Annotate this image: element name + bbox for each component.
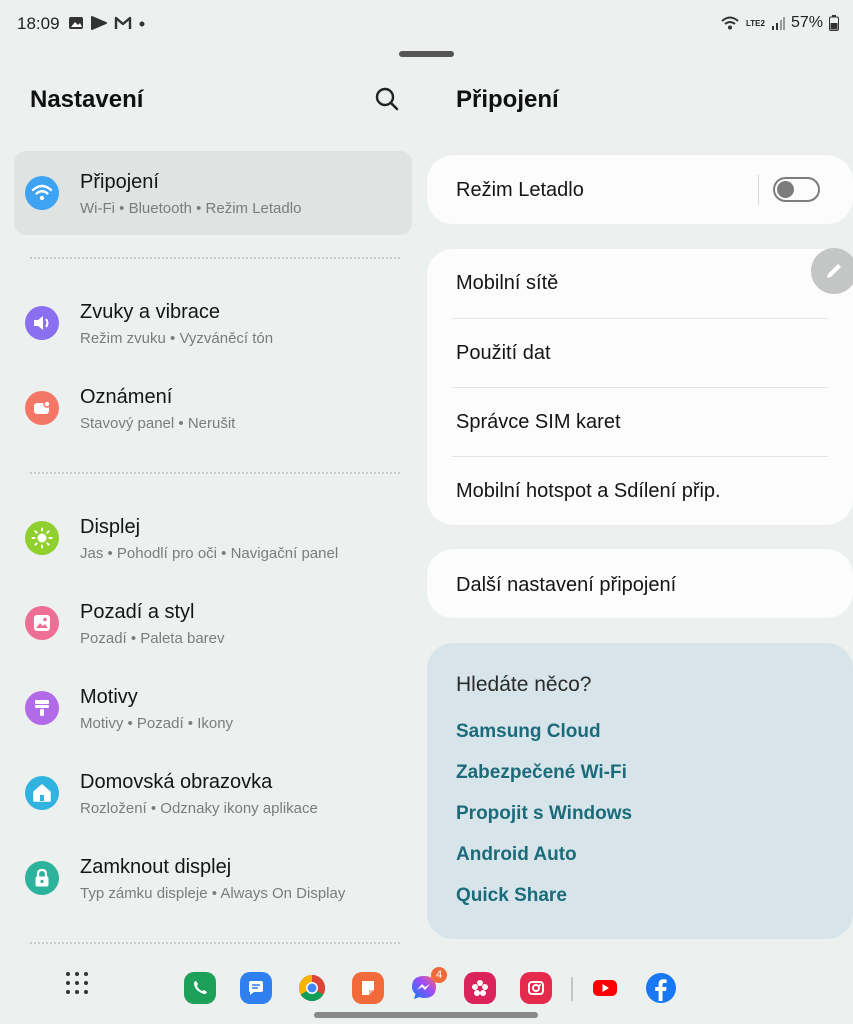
home-icon: [25, 776, 59, 810]
suggestions-card: Hledáte něco? Samsung Cloud Zabezpečené …: [427, 643, 853, 939]
menu-item-home-screen[interactable]: Domovská obrazovka Rozložení • Odznaky i…: [14, 751, 412, 835]
camera-icon[interactable]: [520, 972, 552, 1004]
flower-icon[interactable]: [464, 972, 496, 1004]
airplane-mode-toggle[interactable]: [773, 177, 820, 202]
youtube-icon[interactable]: [589, 972, 621, 1004]
notification-icon: [25, 391, 59, 425]
facebook-icon[interactable]: [645, 972, 677, 1004]
menu-item-title: Displej: [80, 516, 141, 538]
menu-item-display[interactable]: Displej Jas • Pohodlí pro oči • Navigačn…: [14, 496, 412, 580]
suggest-link-quick-share[interactable]: Quick Share: [456, 885, 567, 907]
play-icon: [91, 16, 107, 30]
speaker-icon: [25, 306, 59, 340]
messages-icon[interactable]: [240, 972, 272, 1004]
image-icon: [25, 606, 59, 640]
settings-title: Nastavení: [30, 86, 144, 113]
phone-icon[interactable]: [184, 972, 216, 1004]
search-icon: [375, 87, 399, 111]
search-button[interactable]: [372, 84, 402, 114]
menu-item-subtitle: Motivy • Pozadí • Ikony: [80, 715, 234, 732]
hotspot-item[interactable]: Mobilní hotspot a Sdílení přip.: [456, 480, 721, 503]
pencil-icon: [827, 264, 841, 278]
battery-percent: 57%: [790, 14, 823, 31]
menu-item-title: Motivy: [80, 686, 138, 708]
suggest-link-secure-wifi[interactable]: Zabezpečené Wi-Fi: [456, 762, 627, 784]
edit-button[interactable]: [811, 248, 853, 294]
messenger-badge: 4: [431, 967, 447, 983]
menu-item-wallpaper[interactable]: Pozadí a styl Pozadí • Paleta barev: [14, 581, 412, 665]
menu-item-title: Domovská obrazovka: [80, 771, 273, 793]
wifi-status-icon: [721, 16, 739, 30]
signal-icon: [771, 17, 785, 30]
menu-item-subtitle: Stavový panel • Nerušit: [80, 415, 236, 432]
divider: [30, 942, 400, 944]
divider: [30, 472, 400, 474]
sun-icon: [25, 521, 59, 555]
suggest-link-samsung-cloud[interactable]: Samsung Cloud: [456, 721, 601, 743]
menu-item-lock-screen[interactable]: Zamknout displej Typ zámku displeje • Al…: [14, 836, 412, 920]
lock-icon: [25, 861, 59, 895]
more-connection-settings[interactable]: Další nastavení připojení: [427, 549, 853, 618]
menu-item-sounds[interactable]: Zvuky a vibrace Režim zvuku • Vyzváněcí …: [14, 281, 412, 365]
dot-icon: [139, 21, 145, 27]
brush-icon: [25, 691, 59, 725]
battery-icon: [829, 15, 839, 31]
suggest-link-android-auto[interactable]: Android Auto: [456, 844, 577, 866]
suggestions-title: Hledáte něco?: [456, 673, 592, 696]
suggest-link-link-windows[interactable]: Propojit s Windows: [456, 803, 632, 825]
menu-item-themes[interactable]: Motivy Motivy • Pozadí • Ikony: [14, 666, 412, 750]
notes-icon[interactable]: [352, 972, 384, 1004]
more-connection-settings-label: Další nastavení připojení: [456, 574, 677, 596]
pane-drag-handle[interactable]: [399, 51, 454, 57]
status-time: 18:09: [17, 14, 60, 33]
data-usage-item[interactable]: Použití dat: [456, 342, 551, 365]
mobile-networks-item[interactable]: Mobilní sítě: [456, 272, 558, 295]
row-separator: [452, 456, 828, 457]
network-settings-card: Mobilní sítě Použití dat Správce SIM kar…: [427, 249, 853, 525]
chrome-icon[interactable]: [296, 972, 328, 1004]
airplane-mode-label: Režim Letadlo: [456, 179, 584, 201]
connections-title: Připojení: [456, 86, 559, 113]
menu-item-connections[interactable]: Připojení Wi-Fi • Bluetooth • Režim Leta…: [14, 151, 412, 235]
app-drawer-button[interactable]: [66, 972, 88, 994]
menu-item-title: Oznámení: [80, 386, 173, 408]
menu-item-title: Zvuky a vibrace: [80, 301, 221, 323]
network-type: LTE2: [746, 18, 765, 28]
wifi-icon: [25, 176, 59, 210]
sim-manager-item[interactable]: Správce SIM karet: [456, 411, 621, 434]
menu-item-title: Pozadí a styl: [80, 601, 195, 623]
row-separator: [452, 318, 828, 319]
gmail-icon: [114, 16, 132, 29]
gallery-icon: [69, 17, 83, 29]
menu-item-subtitle: Typ zámku displeje • Always On Display: [80, 885, 346, 902]
divider: [30, 257, 400, 259]
dock-separator: [571, 977, 573, 1001]
gesture-nav-bar[interactable]: [314, 1012, 538, 1018]
status-bar: 18:09 LTE2 57%: [0, 0, 853, 48]
menu-item-subtitle: Jas • Pohodlí pro oči • Navigační panel: [80, 545, 339, 562]
menu-item-subtitle: Wi-Fi • Bluetooth • Režim Letadlo: [80, 200, 302, 217]
airplane-mode-card[interactable]: Režim Letadlo: [427, 155, 853, 224]
menu-item-subtitle: Pozadí • Paleta barev: [80, 630, 225, 647]
menu-item-subtitle: Režim zvuku • Vyzváněcí tón: [80, 330, 274, 347]
menu-item-notifications[interactable]: Oznámení Stavový panel • Nerušit: [14, 366, 412, 450]
row-separator: [452, 387, 828, 388]
menu-item-title: Zamknout displej: [80, 856, 232, 878]
menu-item-subtitle: Rozložení • Odznaky ikony aplikace: [80, 800, 318, 817]
menu-item-title: Připojení: [80, 171, 159, 193]
toggle-separator: [758, 175, 759, 205]
toggle-knob: [777, 181, 794, 198]
